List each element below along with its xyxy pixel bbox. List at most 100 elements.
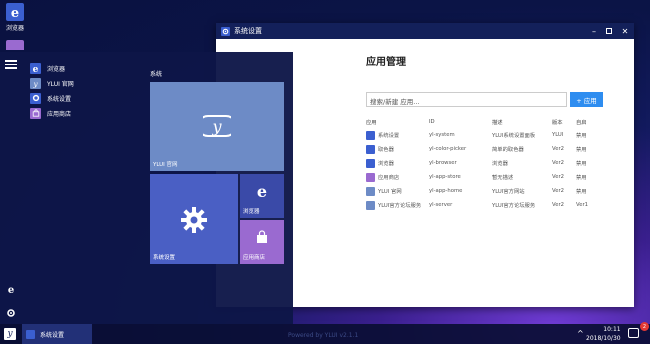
app-autostart[interactable]: 禁用 <box>576 184 596 198</box>
table-row[interactable]: 浏览器 yl-browser 浏览器 Ver2 禁用 <box>366 156 596 170</box>
svg-text:e: e <box>33 65 39 73</box>
start-item-label: 浏览器 <box>47 65 66 73</box>
app-table: 应用 ID 描述 版本 自启 系统设置 yl-system YLUI系统设置面板… <box>366 116 596 212</box>
app-version: Ver2 <box>552 188 565 194</box>
start-item-label: 系统设置 <box>47 95 72 103</box>
gear-icon <box>180 206 208 234</box>
tile-browser[interactable]: e 浏览器 <box>240 174 284 218</box>
ylui-logo-icon: y <box>7 329 13 339</box>
start-item-ylui[interactable]: y YLUI 官网 <box>30 77 74 89</box>
taskbar-item-label: 系统设置 <box>40 331 65 339</box>
window-title: 系统设置 <box>234 27 262 35</box>
column-header: 版本 <box>552 120 563 126</box>
eyedropper-icon <box>366 144 375 154</box>
close-icon: ✕ <box>621 26 629 36</box>
svg-text:e: e <box>8 285 14 294</box>
store-bag-icon <box>30 107 41 119</box>
store-bag-icon <box>6 40 24 50</box>
add-app-button[interactable]: + 应用 <box>570 92 603 107</box>
app-name: YLUI官方论坛服务 <box>378 202 422 209</box>
column-header: ID <box>429 119 435 125</box>
desktop-icon-store[interactable] <box>4 40 26 50</box>
table-row[interactable]: 取色器 yl-color-picker 简单的取色器 Ver2 禁用 <box>366 142 596 156</box>
app-desc: YLUI系统设置面板 <box>492 133 536 139</box>
app-name: YLUI 官网 <box>378 188 402 195</box>
svg-text:y: y <box>211 117 222 136</box>
app-name: 系统设置 <box>378 132 400 139</box>
browser-e-icon: e <box>254 182 270 201</box>
browser-e-icon <box>366 158 375 168</box>
app-version: Ver2 <box>552 174 565 180</box>
maximize-icon <box>606 28 612 34</box>
start-item-store[interactable]: 应用商店 <box>30 107 71 119</box>
start-item-browser[interactable]: e 浏览器 <box>30 62 65 74</box>
tile-label: YLUI 官网 <box>153 162 178 168</box>
start-menu: e e 浏览器 y YLUI 官网 系统设置 应用商店 系统 y YLUI 官网 <box>0 52 293 324</box>
table-row[interactable]: YLUI 官网 yl-app-home YLUI官方网站 Ver2 禁用 <box>366 184 596 198</box>
table-row[interactable]: YLUI官方论坛服务 yl-server YLUI官方论坛服务 Ver2 Ver… <box>366 198 596 212</box>
browser-e-icon: e <box>6 3 24 21</box>
tile-store[interactable]: 应用商店 <box>240 220 284 264</box>
notification-badge: 2 <box>640 322 649 331</box>
ylui-logo-icon <box>366 200 375 210</box>
app-autostart[interactable]: 禁用 <box>576 170 596 184</box>
close-button[interactable]: ✕ <box>617 23 633 39</box>
hamburger-icon[interactable] <box>5 60 17 69</box>
table-row[interactable]: 应用商店 yl-app-store 暂无描述 Ver2 禁用 <box>366 170 596 184</box>
app-desc: 简单的取色器 <box>492 147 524 153</box>
app-name: 取色器 <box>378 146 394 153</box>
app-version: Ver2 <box>552 202 565 208</box>
app-id: yl-app-home <box>429 188 463 194</box>
powered-by: Powered by YLUI v2.1.1 <box>288 332 359 339</box>
app-desc: YLUI官方网站 <box>492 189 525 195</box>
tile-ylui[interactable]: y YLUI 官网 <box>150 82 284 171</box>
maximize-button[interactable] <box>601 23 617 39</box>
tile-settings[interactable]: 系统设置 <box>150 174 238 264</box>
clock-time: 10:11 <box>603 326 621 333</box>
start-item-label: 应用商店 <box>47 110 72 118</box>
app-name: 应用商店 <box>378 174 400 181</box>
app-autostart[interactable]: 禁用 <box>576 128 596 142</box>
app-version: Ver2 <box>552 160 565 166</box>
taskbar-item-settings[interactable]: 系统设置 <box>22 324 92 344</box>
desktop-icon-label: 浏览器 <box>5 25 24 32</box>
table-row[interactable]: 系统设置 yl-system YLUI系统设置面板 YLUI 禁用 <box>366 128 596 142</box>
app-autostart[interactable]: 禁用 <box>576 142 596 156</box>
ylui-logo-icon: y <box>197 112 237 140</box>
clock-date: 2018/10/30 <box>586 335 621 342</box>
app-id: yl-color-picker <box>429 146 467 152</box>
browser-e-icon[interactable]: e <box>6 284 16 296</box>
taskbar-clock[interactable]: 10:11 2018/10/30 <box>586 325 621 343</box>
search-input[interactable]: 搜索/新建 应用... <box>366 92 567 107</box>
app-autostart[interactable]: 禁用 <box>576 156 596 170</box>
svg-text:e: e <box>11 6 19 19</box>
gear-icon <box>366 130 375 140</box>
desktop-icon-browser[interactable]: e 浏览器 <box>4 3 26 32</box>
page-title: 应用管理 <box>366 57 406 68</box>
start-button[interactable]: y <box>4 328 16 340</box>
start-item-settings[interactable]: 系统设置 <box>30 92 71 104</box>
minimize-button[interactable]: – <box>586 23 602 39</box>
app-id: yl-browser <box>429 160 457 166</box>
column-header: 描述 <box>492 120 503 126</box>
table-header: 应用 ID 描述 版本 自启 <box>366 116 596 128</box>
ylui-logo-icon: y <box>30 77 41 89</box>
app-id: yl-app-store <box>429 174 461 180</box>
store-bag-icon <box>255 230 269 244</box>
app-id: yl-server <box>429 202 453 208</box>
app-version: Ver2 <box>552 146 565 152</box>
svg-text:y: y <box>32 79 38 87</box>
window-titlebar[interactable]: 系统设置 <box>216 23 634 39</box>
notification-icon[interactable] <box>628 328 639 338</box>
chevron-up-icon[interactable]: ^ <box>577 329 584 338</box>
app-desc: 浏览器 <box>492 161 508 167</box>
start-item-label: YLUI 官网 <box>47 80 74 88</box>
tile-group-title: 系统 <box>150 71 163 78</box>
browser-e-icon: e <box>30 62 41 74</box>
minimize-icon: – <box>592 26 596 36</box>
tile-label: 应用商店 <box>243 255 266 261</box>
gear-icon[interactable] <box>6 308 16 318</box>
tile-label: 浏览器 <box>243 209 260 215</box>
gear-icon <box>30 92 41 104</box>
app-autostart[interactable]: Ver1 <box>576 198 596 212</box>
